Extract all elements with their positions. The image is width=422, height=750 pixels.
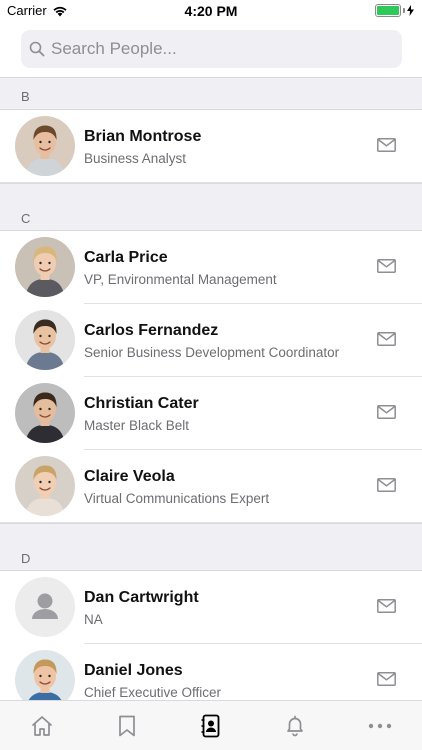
search-input[interactable] <box>51 39 391 59</box>
contact-title: VP, Environmental Management <box>84 272 277 287</box>
contact-row[interactable]: Carlos Fernandez Senior Business Developm… <box>0 304 422 377</box>
tab-bookmarks[interactable] <box>84 701 168 750</box>
mail-icon <box>377 672 396 686</box>
avatar <box>15 116 75 176</box>
contact-name: Claire Veola <box>84 468 175 485</box>
more-icon <box>368 723 392 728</box>
contacts-icon <box>201 714 220 737</box>
search-icon <box>29 41 45 57</box>
contact-row[interactable]: Dan Cartwright NA <box>0 571 422 644</box>
bookmark-icon <box>118 715 135 736</box>
mail-icon <box>377 332 396 346</box>
section-header-c: C <box>0 183 422 231</box>
battery-icon <box>375 4 401 17</box>
contact-title: Master Black Belt <box>84 418 190 433</box>
avatar <box>15 577 75 637</box>
tab-bar <box>0 700 422 750</box>
contact-name: Carla Price <box>84 249 168 266</box>
mail-icon <box>377 259 396 273</box>
contact-title: Senior Business Development Coordinator <box>84 345 340 360</box>
email-button[interactable] <box>377 405 396 424</box>
tab-home[interactable] <box>0 701 84 750</box>
mail-icon <box>377 478 396 492</box>
avatar <box>15 383 75 443</box>
contact-row[interactable]: Carla Price VP, Environmental Management <box>0 231 422 304</box>
contact-title: Virtual Communications Expert <box>84 491 270 506</box>
section-header-d: D <box>0 523 422 571</box>
email-button[interactable] <box>377 138 396 157</box>
battery-level <box>377 6 399 15</box>
search-field[interactable] <box>21 30 402 68</box>
email-button[interactable] <box>377 599 396 618</box>
contact-name: Daniel Jones <box>84 662 183 679</box>
row-separator <box>0 522 422 523</box>
home-icon <box>32 715 53 736</box>
avatar <box>15 310 75 370</box>
charging-bolt-icon <box>407 5 414 16</box>
contact-name: Christian Cater <box>84 395 199 412</box>
contact-name: Brian Montrose <box>84 128 202 145</box>
people-list[interactable]: B Brian Montrose Business Analyst C Carla Pr… <box>0 78 422 700</box>
mail-icon <box>377 599 396 613</box>
avatar <box>15 650 75 700</box>
email-button[interactable] <box>377 259 396 278</box>
contact-name: Carlos Fernandez <box>84 322 219 339</box>
section-header-b: B <box>0 78 422 110</box>
bell-icon <box>287 715 304 736</box>
contact-title: NA <box>84 612 103 627</box>
mail-icon <box>377 138 396 152</box>
status-bar: Carrier 4:20 PM <box>0 0 422 22</box>
contact-name: Dan Cartwright <box>84 589 199 606</box>
email-button[interactable] <box>377 672 396 691</box>
contact-row[interactable]: Claire Veola Virtual Communications Exper… <box>0 450 422 523</box>
battery-cap <box>403 8 405 13</box>
contact-title: Business Analyst <box>84 151 187 166</box>
tab-contacts[interactable] <box>169 701 253 750</box>
mail-icon <box>377 405 396 419</box>
contact-row[interactable]: Daniel Jones Chief Executive Officer <box>0 644 422 700</box>
status-time: 4:20 PM <box>184 3 238 19</box>
email-button[interactable] <box>377 332 396 351</box>
contact-row[interactable]: Brian Montrose Business Analyst <box>0 110 422 183</box>
battery-indicator <box>375 4 414 17</box>
avatar <box>15 237 75 297</box>
row-separator <box>0 182 422 183</box>
tab-notifications[interactable] <box>253 701 337 750</box>
avatar <box>15 456 75 516</box>
contact-row[interactable]: Christian Cater Master Black Belt <box>0 377 422 450</box>
tab-more[interactable] <box>338 701 422 750</box>
search-bar <box>0 22 422 78</box>
contact-title: Chief Executive Officer <box>84 685 222 700</box>
email-button[interactable] <box>377 478 396 497</box>
